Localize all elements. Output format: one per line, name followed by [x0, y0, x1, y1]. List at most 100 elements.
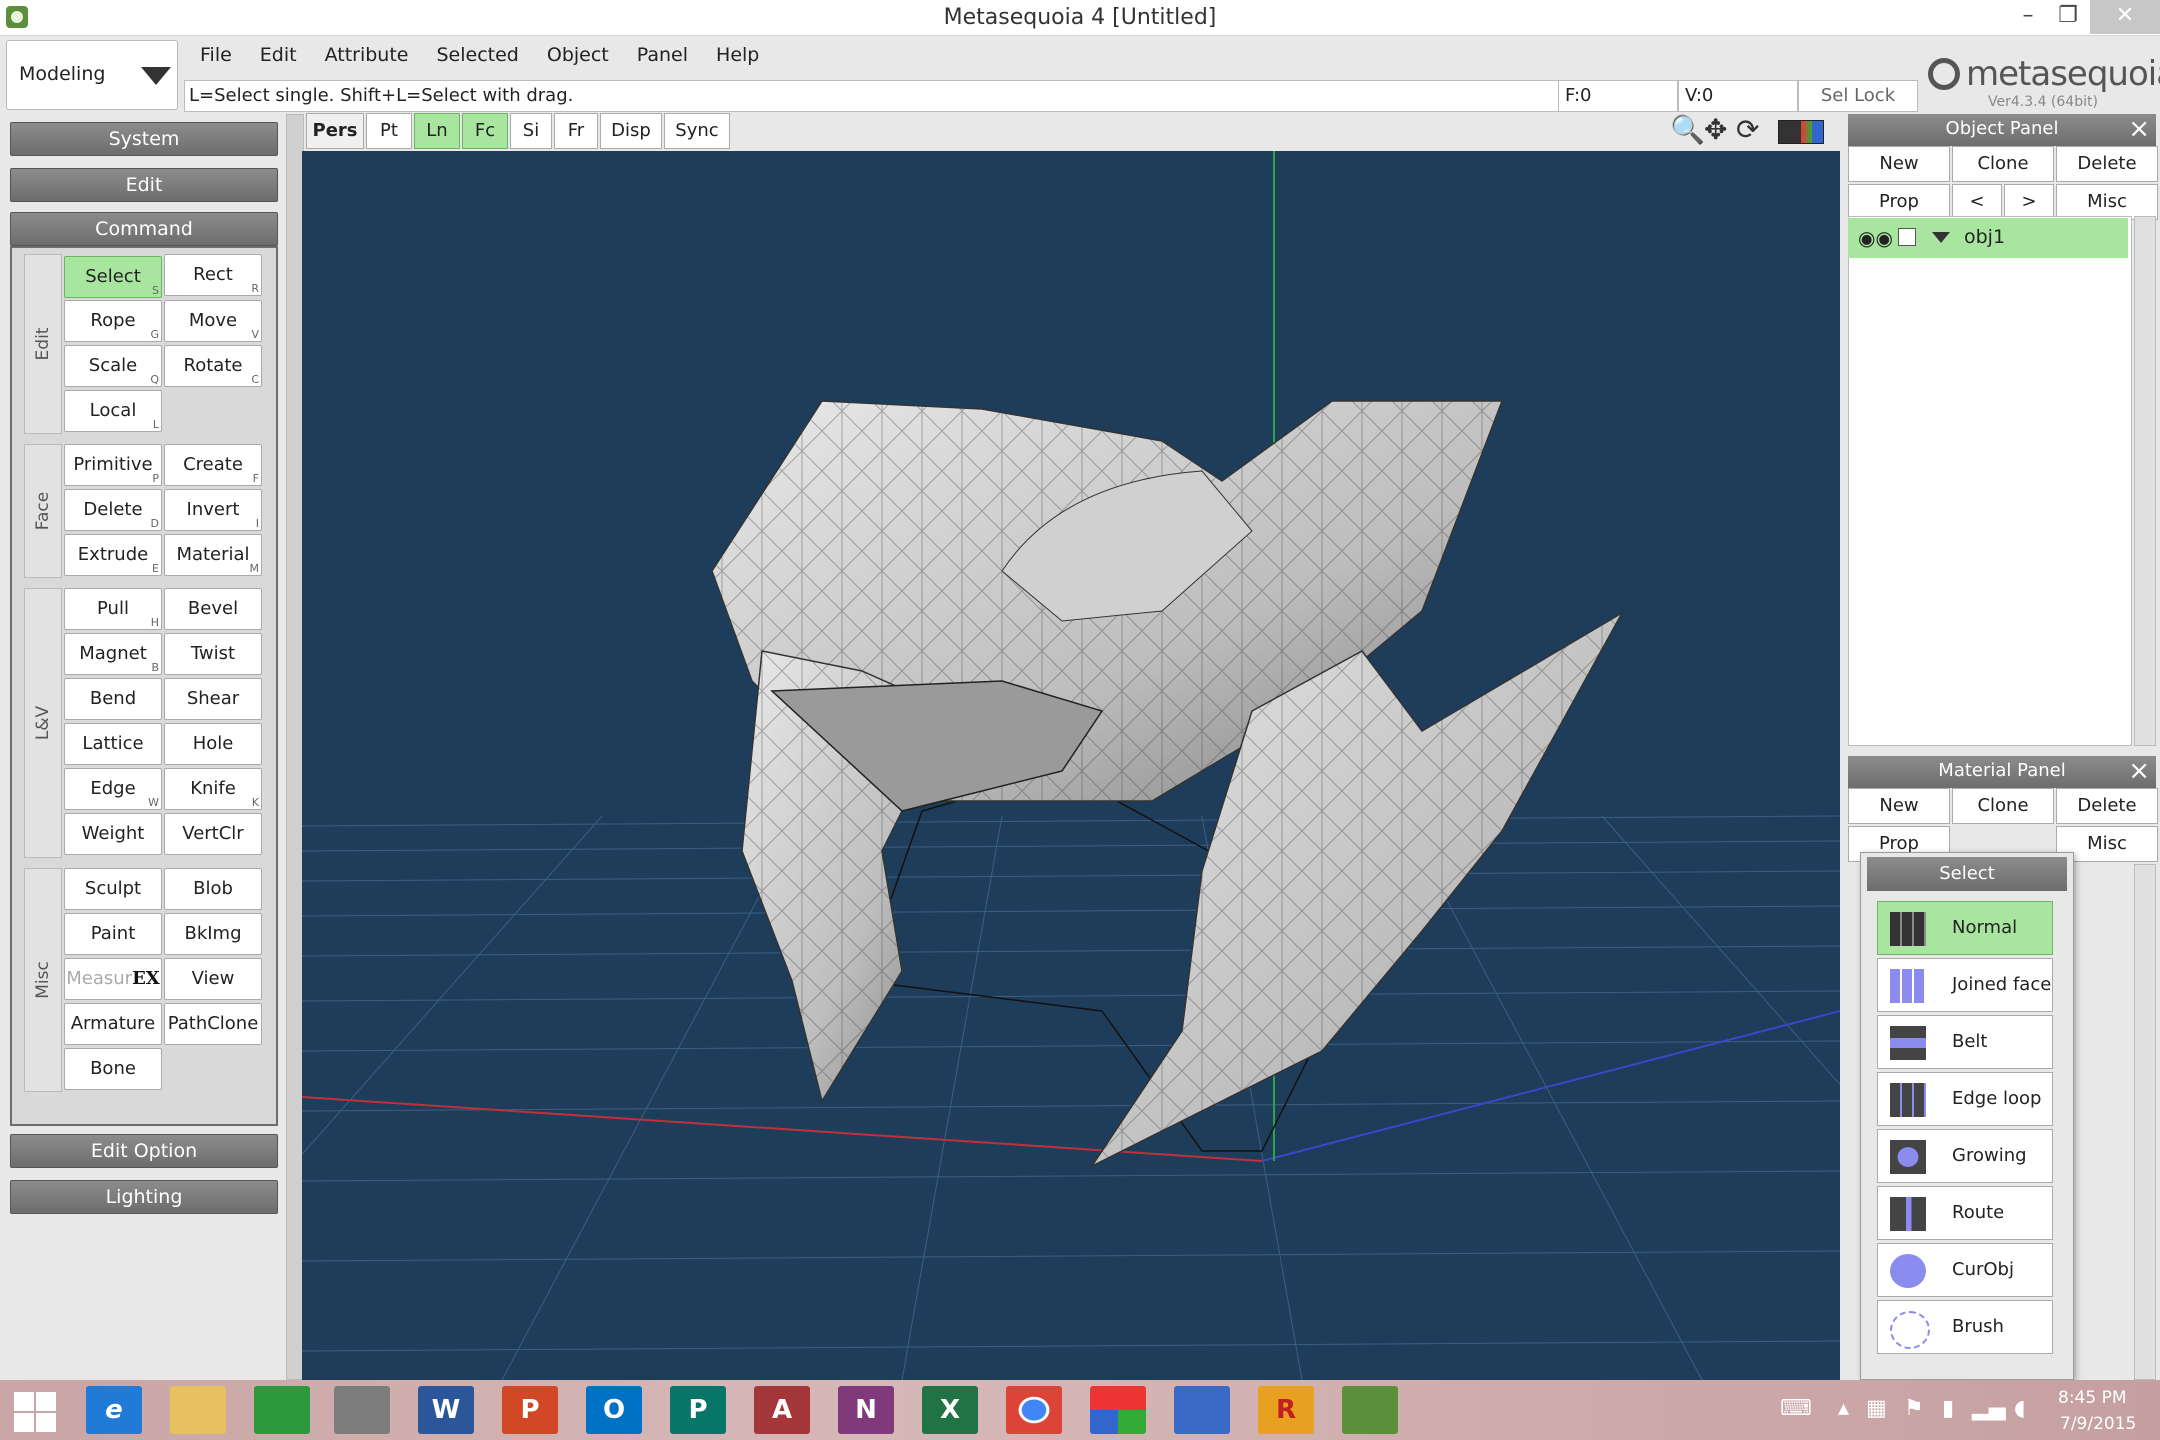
material-delete-button[interactable]: Delete [2056, 788, 2158, 824]
view-button[interactable]: View [164, 958, 262, 1000]
select-normal[interactable]: Normal [1877, 901, 2053, 955]
vertclr-button[interactable]: VertClr [164, 813, 262, 855]
delete-face-button[interactable]: Delete D [64, 489, 162, 531]
move-button[interactable]: Move V [164, 300, 262, 342]
rotate-view-icon[interactable]: ⟳ [1736, 116, 1759, 146]
tab-sync[interactable]: Sync [664, 113, 730, 149]
select-belt[interactable]: Belt [1877, 1015, 2053, 1069]
material-list-scrollbar[interactable] [2134, 864, 2156, 1380]
chrome-icon[interactable] [1006, 1386, 1062, 1434]
tray-expand-icon[interactable]: ▴ [1838, 1396, 1849, 1421]
windows-tray-icon[interactable]: ▦ [1866, 1396, 1887, 1421]
publisher-icon[interactable]: P [670, 1386, 726, 1434]
pan-icon[interactable]: ✥ [1704, 116, 1727, 146]
menu-selected[interactable]: Selected [423, 40, 533, 74]
select-edge-loop[interactable]: Edge loop [1877, 1072, 2053, 1126]
armature-button[interactable]: Armature [64, 1003, 162, 1045]
select-route[interactable]: Route [1877, 1186, 2053, 1240]
tab-ln[interactable]: Ln [414, 113, 460, 149]
object-row[interactable]: ◉◉ obj1 [1848, 218, 2128, 258]
signal-icon[interactable]: ▂▄ [1972, 1396, 2006, 1421]
sculpt-button[interactable]: Sculpt [64, 868, 162, 910]
bkimg-button[interactable]: BkImg [164, 913, 262, 955]
outlook-icon[interactable]: O [586, 1386, 642, 1434]
ie-icon[interactable]: e [86, 1386, 142, 1434]
create-button[interactable]: Create F [164, 444, 262, 486]
maximize-button[interactable]: ❐ [2038, 0, 2098, 34]
close-icon[interactable]: × [2128, 114, 2150, 144]
edit-panel-header[interactable]: Edit [10, 168, 278, 202]
menu-attribute[interactable]: Attribute [311, 40, 423, 74]
tab-fc[interactable]: Fc [462, 113, 508, 149]
clock-date[interactable]: 7/9/2015 [2060, 1414, 2136, 1434]
rect-button[interactable]: Rect R [164, 254, 262, 296]
tab-si[interactable]: Si [510, 113, 552, 149]
expand-icon[interactable] [1932, 232, 1950, 243]
knife-button[interactable]: Knife K [164, 768, 262, 810]
object-next-button[interactable]: > [2004, 184, 2054, 220]
display-mode-icon[interactable] [1778, 120, 1824, 144]
invert-button[interactable]: Invert I [164, 489, 262, 531]
hole-button[interactable]: Hole [164, 723, 262, 765]
rope-button[interactable]: Rope G [64, 300, 162, 342]
menu-object[interactable]: Object [533, 40, 623, 74]
material-clone-button[interactable]: Clone [1952, 788, 2054, 824]
metasequoia-taskbar-icon[interactable] [1342, 1386, 1398, 1434]
tab-fr[interactable]: Fr [554, 113, 598, 149]
select-joined-face[interactable]: Joined face [1877, 958, 2053, 1012]
close-icon[interactable]: × [2128, 756, 2150, 786]
tab-pers[interactable]: Pers [306, 113, 364, 149]
select-growing[interactable]: Growing [1877, 1129, 2053, 1183]
edit-option-header[interactable]: Edit Option [10, 1134, 278, 1168]
r-app-icon[interactable]: R [1258, 1386, 1314, 1434]
object-delete-button[interactable]: Delete [2056, 146, 2158, 182]
select-brush[interactable]: Brush [1877, 1300, 2053, 1354]
local-button[interactable]: Local L [64, 390, 162, 432]
object-misc-button[interactable]: Misc [2056, 184, 2158, 220]
store-icon[interactable] [254, 1386, 310, 1434]
network-app-icon[interactable] [1174, 1386, 1230, 1434]
sel-lock-button[interactable]: Sel Lock [1798, 80, 1918, 112]
tab-disp[interactable]: Disp [600, 113, 662, 149]
extrude-button[interactable]: Extrude E [64, 534, 162, 576]
weight-button[interactable]: Weight [64, 813, 162, 855]
menu-help[interactable]: Help [702, 40, 773, 74]
clock-time[interactable]: 8:45 PM [2058, 1388, 2127, 1408]
keyboard-icon[interactable]: ⌨ [1780, 1396, 1812, 1421]
scale-button[interactable]: Scale Q [64, 345, 162, 387]
word-icon[interactable]: W [418, 1386, 474, 1434]
lock-checkbox[interactable] [1898, 228, 1916, 246]
edge-button[interactable]: Edge W [64, 768, 162, 810]
excel-icon[interactable]: X [922, 1386, 978, 1434]
menu-edit[interactable]: Edit [246, 40, 311, 74]
bevel-button[interactable]: Bevel [164, 588, 262, 630]
object-clone-button[interactable]: Clone [1952, 146, 2054, 182]
zoom-icon[interactable]: 🔍 [1670, 116, 1705, 146]
primitive-button[interactable]: Primitive P [64, 444, 162, 486]
powerpoint-icon[interactable]: P [502, 1386, 558, 1434]
object-prop-button[interactable]: Prop [1848, 184, 1950, 220]
menu-file[interactable]: File [186, 40, 246, 74]
tab-pt[interactable]: Pt [366, 113, 412, 149]
visibility-icon[interactable]: ◉◉ [1858, 226, 1893, 250]
battery-icon[interactable]: ▮ [1942, 1396, 1954, 1421]
app-icon-grey[interactable] [334, 1386, 390, 1434]
flag-icon[interactable]: ⚑ [1904, 1396, 1924, 1421]
lighting-header[interactable]: Lighting [10, 1180, 278, 1214]
grid-app-icon[interactable] [1090, 1386, 1146, 1434]
volume-icon[interactable]: ◖ [2014, 1396, 2026, 1421]
mode-select[interactable]: Modeling [6, 40, 178, 110]
object-list-scrollbar[interactable] [2134, 216, 2156, 746]
3d-viewport[interactable] [302, 151, 1840, 1380]
twist-button[interactable]: Twist [164, 633, 262, 675]
lattice-button[interactable]: Lattice [64, 723, 162, 765]
measure-button[interactable]: MeasurEX [64, 958, 162, 1000]
system-panel-header[interactable]: System [10, 122, 278, 156]
magnet-button[interactable]: Magnet B [64, 633, 162, 675]
explorer-icon[interactable] [170, 1386, 226, 1434]
command-panel-header[interactable]: Command [10, 212, 278, 246]
close-button[interactable]: ✕ [2090, 0, 2160, 34]
pathclone-button[interactable]: PathClone [164, 1003, 262, 1045]
pull-button[interactable]: Pull H [64, 588, 162, 630]
access-icon[interactable]: A [754, 1386, 810, 1434]
